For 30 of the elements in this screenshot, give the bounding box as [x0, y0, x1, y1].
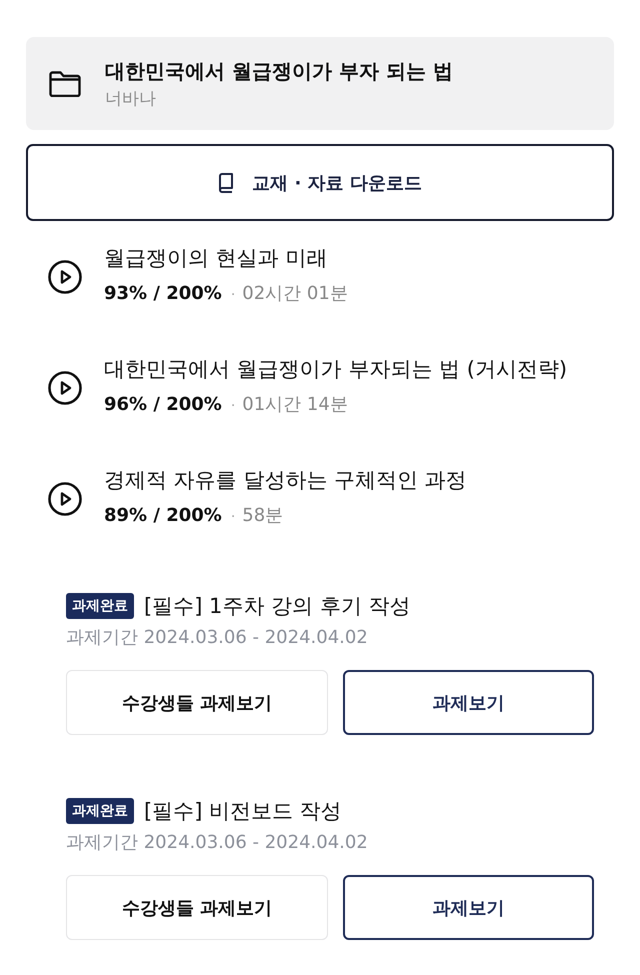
assignment-title: [필수] 비전보드 작성 [144, 798, 342, 825]
lesson-duration: 02시간 01분 [242, 282, 348, 306]
view-assignment-button[interactable]: 과제보기 [342, 875, 594, 940]
view-classmates-assignments-button[interactable]: 수강생들 과제보기 [66, 875, 328, 940]
lesson-title[interactable]: 월급쟁이의 현실과 미래 [104, 240, 348, 276]
separator-dot: · [230, 508, 236, 527]
status-badge: 과제완료 [66, 798, 134, 824]
separator-dot: · [230, 397, 236, 416]
lesson-duration: 01시간 14분 [242, 393, 348, 417]
progress-text: 93% / 200% [104, 282, 222, 306]
status-badge: 과제완료 [66, 593, 134, 619]
assignment-period: 과제기간 2024.03.06 - 2024.04.02 [66, 626, 368, 650]
play-icon[interactable] [48, 482, 82, 516]
assignment-period: 과제기간 2024.03.06 - 2024.04.02 [66, 831, 368, 855]
book-icon [218, 172, 234, 192]
folder-icon [49, 70, 81, 96]
lesson-duration: 58분 [242, 504, 284, 528]
play-icon[interactable] [48, 370, 82, 404]
assignment-title: [필수] 1주차 강의 후기 작성 [144, 593, 410, 620]
progress-text: 89% / 200% [104, 504, 222, 528]
progress-text: 96% / 200% [104, 393, 222, 417]
course-title: 대한민국에서 월급쟁이가 부자 되는 법 [105, 58, 453, 84]
lesson-title[interactable]: 경제적 자유를 달성하는 구체적인 과정 [104, 462, 467, 498]
lesson-title[interactable]: 대한민국에서 월급쟁이가 부자되는 법 (거시전략) [104, 351, 568, 387]
view-assignment-button[interactable]: 과제보기 [342, 670, 594, 735]
view-classmates-assignments-button[interactable]: 수강생들 과제보기 [66, 670, 328, 735]
course-author: 너바나 [105, 88, 157, 110]
download-button[interactable]: 교재 · 자료 다운로드 [26, 144, 614, 221]
play-icon[interactable] [48, 260, 82, 294]
separator-dot: · [230, 286, 236, 305]
